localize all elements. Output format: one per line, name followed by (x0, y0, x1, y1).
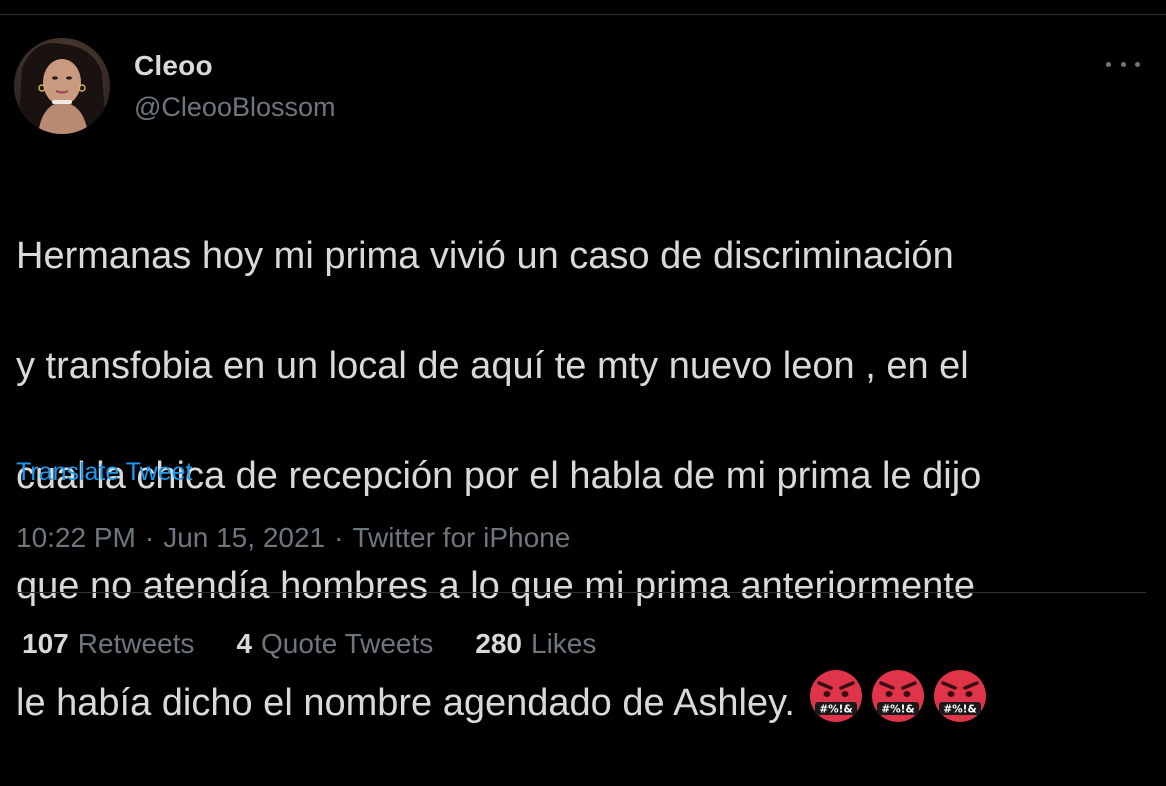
meta-separator: · (144, 522, 155, 553)
tweet-source[interactable]: Twitter for iPhone (352, 522, 570, 553)
svg-text:#%!&: #%!& (943, 704, 976, 716)
stat-count: 4 (236, 628, 253, 659)
retweets-stat[interactable]: 107 Retweets (22, 628, 194, 660)
meta-separator: · (334, 522, 344, 553)
tweet-text-line-last: le había dicho el nombre agendado de Ash… (16, 669, 1156, 731)
tweet-text-line: le había dicho el nombre agendado de Ash… (16, 682, 795, 724)
user-handle[interactable]: @CleooBlossom (134, 92, 336, 123)
tweet-time[interactable]: 10:22 PM (16, 522, 136, 553)
likes-stat[interactable]: 280 Likes (475, 628, 596, 660)
tweet-stats: 107 Retweets 4 Quote Tweets 280 Likes (22, 628, 638, 660)
tweet-date[interactable]: Jun 15, 2021 (163, 522, 325, 553)
tweet-text-line: y transfobia en un local de aquí te mty … (16, 345, 969, 387)
stat-count: 107 (22, 628, 69, 659)
tweet-text-line: que no atendía hombres a lo que mi prima… (16, 565, 975, 607)
emoji-row: #%!& #%!& #%!& (809, 669, 987, 723)
stat-label: Quote Tweets (261, 628, 434, 659)
more-dot-icon (1135, 61, 1140, 67)
tweet-metadata: 10:22 PM · Jun 15, 2021 · Twitter for iPhone (16, 522, 570, 554)
more-dot-icon (1106, 61, 1111, 67)
top-divider (0, 14, 1166, 15)
more-dot-icon (1120, 61, 1126, 67)
stat-count: 280 (475, 628, 522, 659)
face-with-symbols-on-mouth-icon: #%!& (933, 670, 986, 722)
more-options-button[interactable] (1106, 52, 1140, 76)
display-name[interactable]: Cleoo (134, 50, 213, 82)
avatar-image (14, 38, 110, 134)
translate-tweet-link[interactable]: Translate Tweet (16, 458, 192, 487)
tweet-text-line: Hermanas hoy mi prima vivió un caso de d… (16, 235, 954, 277)
avatar[interactable] (14, 38, 110, 134)
stat-label: Retweets (77, 628, 195, 659)
quote-tweets-stat[interactable]: 4 Quote Tweets (236, 628, 433, 660)
svg-text:#%!&: #%!& (881, 704, 914, 716)
stat-label: Likes (531, 628, 597, 659)
face-with-symbols-on-mouth-icon: #%!& (871, 670, 924, 722)
face-with-symbols-on-mouth-icon: #%!& (809, 670, 862, 722)
svg-text:#%!&: #%!& (819, 704, 852, 716)
stats-top-divider (16, 592, 1146, 593)
